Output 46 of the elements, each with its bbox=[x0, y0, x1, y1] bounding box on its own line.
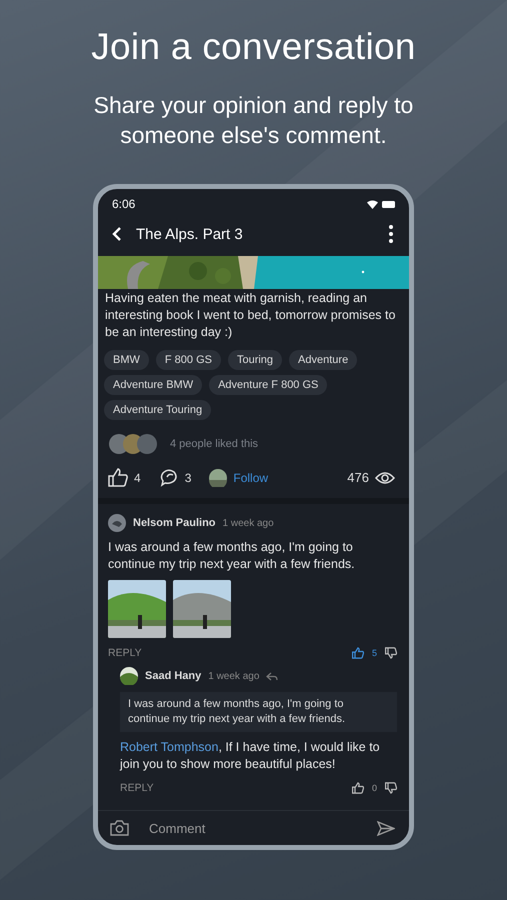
avatar bbox=[108, 514, 126, 532]
like-count: 0 bbox=[372, 783, 377, 793]
tag-chip[interactable]: BMW bbox=[104, 350, 149, 370]
comment-text: I was around a few months ago, I'm going to continue my trip next year with a few friends. bbox=[108, 539, 356, 573]
mention-link[interactable]: Robert Tomphson bbox=[120, 740, 218, 754]
like-count: 5 bbox=[372, 648, 377, 658]
comment-time: 1 week ago bbox=[222, 518, 274, 528]
screen-title: The Alps. Part 3 bbox=[136, 226, 244, 242]
eye-icon bbox=[375, 470, 395, 484]
thumbs-up-icon[interactable] bbox=[352, 647, 364, 659]
tag-chip[interactable]: F 800 GS bbox=[156, 350, 221, 370]
avatar bbox=[209, 468, 228, 486]
author-name[interactable]: Saad Hany bbox=[145, 670, 202, 682]
back-icon[interactable] bbox=[112, 226, 122, 242]
follow-link[interactable]: Follow bbox=[233, 470, 268, 484]
tag-chip[interactable]: Adventure BMW bbox=[104, 375, 202, 395]
reply-button[interactable]: REPLY bbox=[108, 647, 142, 659]
avatar bbox=[120, 667, 138, 685]
avatar-stack-icon bbox=[108, 433, 158, 455]
send-icon[interactable] bbox=[377, 820, 395, 836]
thumbs-down-icon[interactable] bbox=[385, 647, 397, 659]
comment-bubbles-icon[interactable] bbox=[158, 468, 179, 487]
thumbs-down-icon[interactable] bbox=[385, 782, 397, 794]
comment-field[interactable]: Comment bbox=[147, 820, 359, 836]
tag-chip[interactable]: Adventure Touring bbox=[104, 400, 212, 420]
subtitle: Share your opinion and reply to someone else's comment. bbox=[92, 91, 414, 150]
reply-arrow-icon bbox=[266, 672, 278, 680]
comment-time: 1 week ago bbox=[208, 670, 260, 682]
wifi-battery-icon bbox=[367, 200, 395, 208]
status-time: 6:06 bbox=[112, 197, 136, 211]
view-count: 476 bbox=[347, 470, 369, 485]
tag-chip[interactable]: Adventure bbox=[289, 350, 358, 370]
like-count: 4 bbox=[134, 470, 141, 484]
quoted-comment: I was around a few months ago, I'm going to continue my trip next year with a few friends. bbox=[120, 692, 397, 732]
more-icon[interactable] bbox=[389, 225, 393, 243]
comment-count: 3 bbox=[184, 470, 192, 484]
thumbs-up-icon[interactable] bbox=[352, 782, 364, 794]
post-text: Having eaten the meat with garnish, reading an interesting book I went to bed, tomorrow promises to be an interesting day :) bbox=[105, 290, 396, 341]
tag-chip[interactable]: Adventure F 800 GS bbox=[209, 375, 328, 395]
headline: Join a conversation bbox=[91, 26, 416, 68]
camera-icon[interactable] bbox=[110, 820, 129, 836]
likes-summary: 4 people liked this bbox=[170, 438, 258, 450]
comment-text: Robert Tomphson, If I have time, I would like to join you to show more beautiful places! bbox=[120, 739, 381, 773]
reply-button[interactable]: REPLY bbox=[120, 782, 154, 794]
tag-chip[interactable]: Touring bbox=[228, 350, 282, 370]
author-name[interactable]: Nelsom Paulino bbox=[133, 517, 216, 529]
